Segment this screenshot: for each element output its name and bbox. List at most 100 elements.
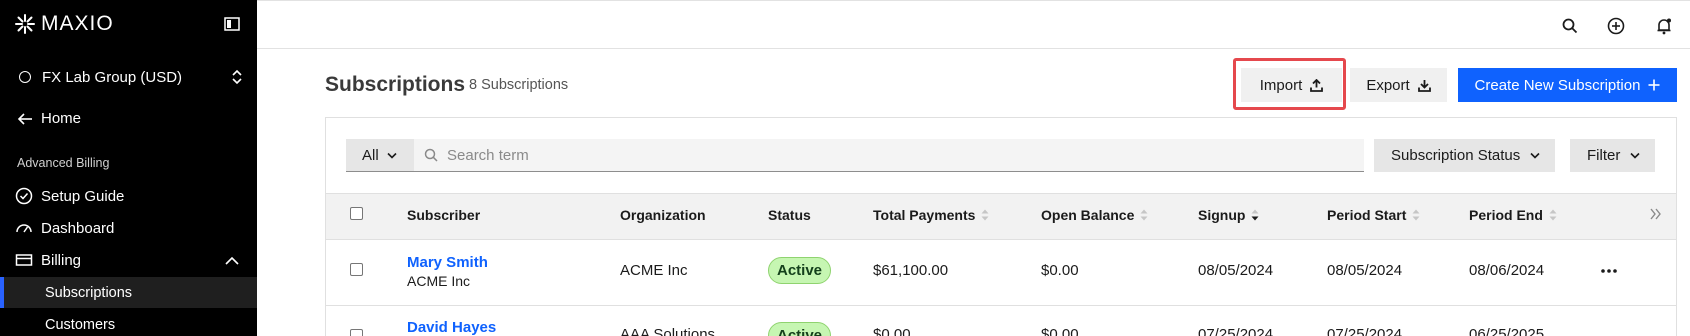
upload-icon — [1310, 78, 1324, 92]
org-status-icon — [19, 71, 31, 83]
sort-icon — [1140, 209, 1148, 221]
check-circle-icon — [15, 187, 33, 205]
column-label: Subscriber — [407, 207, 481, 223]
table-cell-signup: 07/25/2024 — [1198, 326, 1274, 336]
column-status[interactable]: Status — [768, 207, 811, 223]
chevron-down-icon — [1630, 152, 1640, 159]
subscriber-link[interactable]: Mary Smith — [407, 254, 488, 272]
scope-dropdown[interactable]: All — [346, 139, 414, 172]
table-cell-signup: 08/05/2024 — [1198, 262, 1274, 279]
column-total-payments[interactable]: Total Payments — [873, 207, 989, 223]
column-subscriber[interactable]: Subscriber — [407, 207, 480, 223]
sidebar: MAXIO FX Lab Group (USD) Home Advanced B… — [0, 0, 257, 336]
sidebar-item-subscriptions[interactable]: Subscriptions — [0, 277, 257, 308]
subscriber-org: ACME Inc — [407, 273, 471, 289]
arrow-left-icon — [17, 112, 32, 125]
nav-home[interactable]: Home — [17, 110, 81, 127]
column-label: Organization — [620, 207, 706, 223]
column-organization[interactable]: Organization — [620, 207, 706, 223]
expand-columns-icon[interactable] — [1650, 208, 1662, 220]
row-checkbox[interactable] — [350, 263, 363, 276]
search-icon[interactable] — [1561, 17, 1579, 35]
chevron-down-icon — [1530, 152, 1540, 159]
chevron-updown-icon — [232, 69, 242, 85]
column-label: Signup — [1198, 207, 1246, 223]
column-label: Status — [768, 207, 811, 223]
table-cell-open-balance: $0.00 — [1041, 326, 1079, 336]
plus-circle-icon[interactable] — [1607, 17, 1625, 35]
section-label-advanced-billing: Advanced Billing — [17, 156, 110, 170]
table-cell-open-balance: $0.00 — [1041, 262, 1079, 279]
table-cell-total-payments: $61,100.00 — [873, 262, 949, 279]
table-cell-subscriber: David Hayes — [407, 319, 496, 336]
table-cell-period-end: 08/06/2024 — [1469, 262, 1545, 279]
column-period-end[interactable]: Period End — [1469, 207, 1557, 223]
table-cell-organization: ACME Inc — [620, 262, 688, 279]
sidebar-item-label: Setup Guide — [41, 187, 125, 205]
status-badge: Active — [768, 257, 832, 284]
plus-icon — [1648, 79, 1660, 91]
sidebar-item-billing[interactable]: Billing — [15, 251, 81, 269]
sidebar-item-dashboard[interactable]: Dashboard — [15, 219, 114, 237]
sort-icon — [1549, 209, 1557, 221]
column-period-start[interactable]: Period Start — [1327, 207, 1420, 223]
column-signup[interactable]: Signup — [1198, 207, 1259, 223]
column-open-balance[interactable]: Open Balance — [1041, 207, 1148, 223]
search-field[interactable] — [414, 139, 1364, 172]
sidebar-item-label: Dashboard — [41, 219, 115, 237]
filter-label: Filter — [1587, 147, 1621, 164]
chevron-up-icon[interactable] — [224, 256, 240, 266]
sort-icon — [1412, 209, 1420, 221]
nav-home-label: Home — [41, 110, 82, 127]
subscription-count: 8 Subscriptions — [469, 77, 569, 93]
sort-descending-icon — [1251, 209, 1259, 221]
row-actions-icon[interactable] — [1601, 269, 1617, 273]
column-label: Total Payments — [873, 207, 976, 223]
sidebar-item-customers[interactable]: Customers — [0, 309, 257, 336]
filter-dropdown[interactable]: Filter — [1570, 139, 1655, 172]
create-subscription-button[interactable]: Create New Subscription — [1458, 68, 1677, 102]
subscription-status-dropdown[interactable]: Subscription Status — [1374, 139, 1555, 172]
status-badge: Active — [768, 322, 832, 336]
bell-icon[interactable] — [1655, 17, 1673, 35]
row-checkbox[interactable] — [350, 329, 363, 336]
table-cell-period-end: 06/25/2025 — [1469, 326, 1545, 336]
scope-dropdown-label: All — [362, 146, 379, 164]
subscription-status-label: Subscription Status — [1391, 147, 1521, 164]
import-button-label: Import — [1259, 76, 1303, 94]
gauge-icon — [16, 224, 32, 233]
sort-icon — [981, 209, 989, 221]
sidebar-item-label: Subscriptions — [45, 284, 133, 301]
column-label: Period Start — [1327, 207, 1407, 223]
table-cell-period-start: 07/25/2024 — [1327, 326, 1403, 336]
row-divider — [326, 305, 1676, 306]
sidebar-item-label: Billing — [41, 251, 82, 269]
table-cell-organization: AAA Solutions — [620, 326, 716, 336]
export-button-label: Export — [1366, 76, 1410, 94]
card-icon — [15, 254, 33, 266]
top-bar — [257, 0, 1690, 49]
brand-name: MAXIO — [41, 12, 114, 35]
chevron-down-icon — [387, 152, 397, 159]
table-cell-total-payments: $0.00 — [873, 326, 911, 336]
table-cell-period-start: 08/05/2024 — [1327, 262, 1403, 279]
sidebar-collapse-icon[interactable] — [224, 17, 240, 31]
column-label: Period End — [1469, 207, 1543, 223]
org-switcher[interactable]: FX Lab Group (USD) — [17, 64, 243, 90]
sidebar-item-setup-guide[interactable]: Setup Guide — [15, 187, 124, 205]
download-icon — [1417, 79, 1431, 92]
search-input[interactable] — [447, 146, 1347, 164]
page-title: Subscriptions — [325, 73, 466, 96]
create-subscription-label: Create New Subscription — [1474, 76, 1641, 94]
table-cell-subscriber: Mary Smith ACME Inc — [407, 254, 488, 290]
column-label: Open Balance — [1041, 207, 1135, 223]
import-button[interactable]: Import — [1241, 68, 1342, 102]
select-all-checkbox[interactable] — [350, 207, 363, 220]
org-label: FX Lab Group (USD) — [42, 68, 183, 86]
subscriber-link[interactable]: David Hayes — [407, 319, 496, 336]
search-icon — [424, 148, 438, 162]
brand-logo[interactable]: MAXIO — [15, 12, 114, 36]
maxio-logo-icon — [15, 14, 35, 34]
sidebar-item-label: Customers — [45, 316, 116, 333]
export-button[interactable]: Export — [1350, 68, 1447, 102]
